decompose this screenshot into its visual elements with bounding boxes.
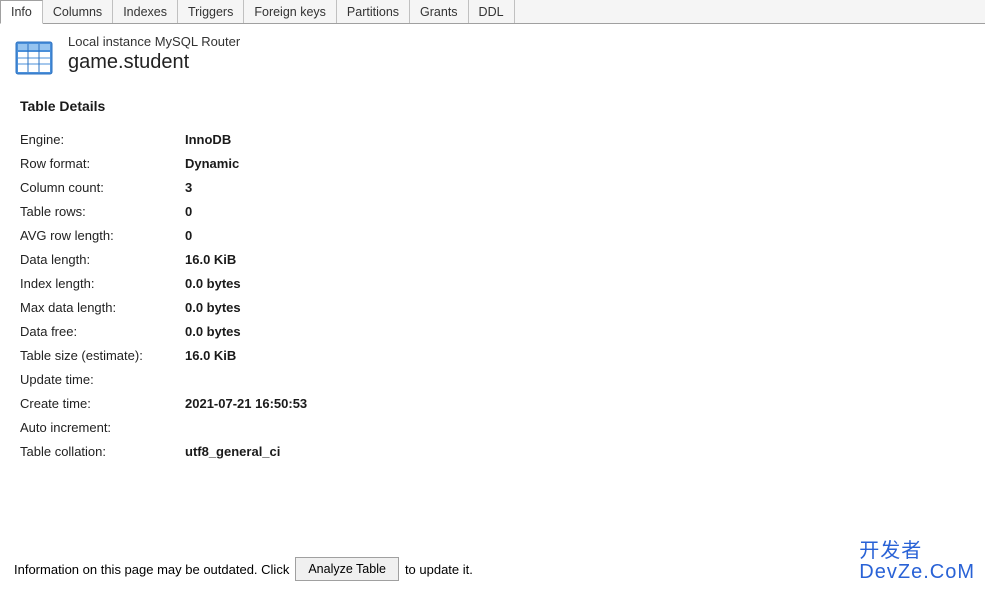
label-table-size: Table size (estimate): <box>20 348 185 363</box>
row-index-length: Index length: 0.0 bytes <box>20 276 971 291</box>
row-max-data-length: Max data length: 0.0 bytes <box>20 300 971 315</box>
tab-columns[interactable]: Columns <box>43 0 113 23</box>
label-row-format: Row format: <box>20 156 185 171</box>
label-table-collation: Table collation: <box>20 444 185 459</box>
value-create-time: 2021-07-21 16:50:53 <box>185 396 307 411</box>
value-table-collation: utf8_general_ci <box>185 444 280 459</box>
footer-prefix: Information on this page may be outdated… <box>14 562 289 577</box>
row-table-collation: Table collation: utf8_general_ci <box>20 444 971 459</box>
tab-bar: Info Columns Indexes Triggers Foreign ke… <box>0 0 985 24</box>
tab-foreign-keys[interactable]: Foreign keys <box>244 0 337 23</box>
value-data-length: 16.0 KiB <box>185 252 236 267</box>
value-table-rows: 0 <box>185 204 192 219</box>
row-engine: Engine: InnoDB <box>20 132 971 147</box>
content-panel: Local instance MySQL Router game.student… <box>0 24 985 591</box>
value-row-format: Dynamic <box>185 156 239 171</box>
row-avg-row-length: AVG row length: 0 <box>20 228 971 243</box>
label-column-count: Column count: <box>20 180 185 195</box>
row-column-count: Column count: 3 <box>20 180 971 195</box>
tab-indexes[interactable]: Indexes <box>113 0 178 23</box>
row-row-format: Row format: Dynamic <box>20 156 971 171</box>
value-table-size: 16.0 KiB <box>185 348 236 363</box>
label-data-length: Data length: <box>20 252 185 267</box>
connection-label: Local instance MySQL Router <box>68 34 240 49</box>
tab-partitions[interactable]: Partitions <box>337 0 410 23</box>
row-table-size: Table size (estimate): 16.0 KiB <box>20 348 971 363</box>
value-avg-row-length: 0 <box>185 228 192 243</box>
label-create-time: Create time: <box>20 396 185 411</box>
label-avg-row-length: AVG row length: <box>20 228 185 243</box>
label-data-free: Data free: <box>20 324 185 339</box>
label-max-data-length: Max data length: <box>20 300 185 315</box>
label-update-time: Update time: <box>20 372 185 387</box>
tab-ddl[interactable]: DDL <box>469 0 515 23</box>
label-table-rows: Table rows: <box>20 204 185 219</box>
footer-bar: Information on this page may be outdated… <box>14 557 473 581</box>
table-name: game.student <box>68 51 240 74</box>
row-create-time: Create time: 2021-07-21 16:50:53 <box>20 396 971 411</box>
label-index-length: Index length: <box>20 276 185 291</box>
row-data-free: Data free: 0.0 bytes <box>20 324 971 339</box>
row-update-time: Update time: <box>20 372 971 387</box>
row-auto-increment: Auto increment: <box>20 420 971 435</box>
row-table-rows: Table rows: 0 <box>20 204 971 219</box>
label-engine: Engine: <box>20 132 185 147</box>
value-index-length: 0.0 bytes <box>185 276 241 291</box>
analyze-table-button[interactable]: Analyze Table <box>295 557 399 581</box>
tab-triggers[interactable]: Triggers <box>178 0 244 23</box>
label-auto-increment: Auto increment: <box>20 420 185 435</box>
value-max-data-length: 0.0 bytes <box>185 300 241 315</box>
tab-info[interactable]: Info <box>0 0 43 24</box>
value-data-free: 0.0 bytes <box>185 324 241 339</box>
tab-grants[interactable]: Grants <box>410 0 469 23</box>
details-grid: Engine: InnoDB Row format: Dynamic Colum… <box>20 132 971 459</box>
table-icon <box>14 38 54 78</box>
footer-suffix: to update it. <box>405 562 473 577</box>
section-title: Table Details <box>20 98 971 114</box>
header: Local instance MySQL Router game.student <box>14 34 971 78</box>
value-column-count: 3 <box>185 180 192 195</box>
row-data-length: Data length: 16.0 KiB <box>20 252 971 267</box>
value-engine: InnoDB <box>185 132 231 147</box>
